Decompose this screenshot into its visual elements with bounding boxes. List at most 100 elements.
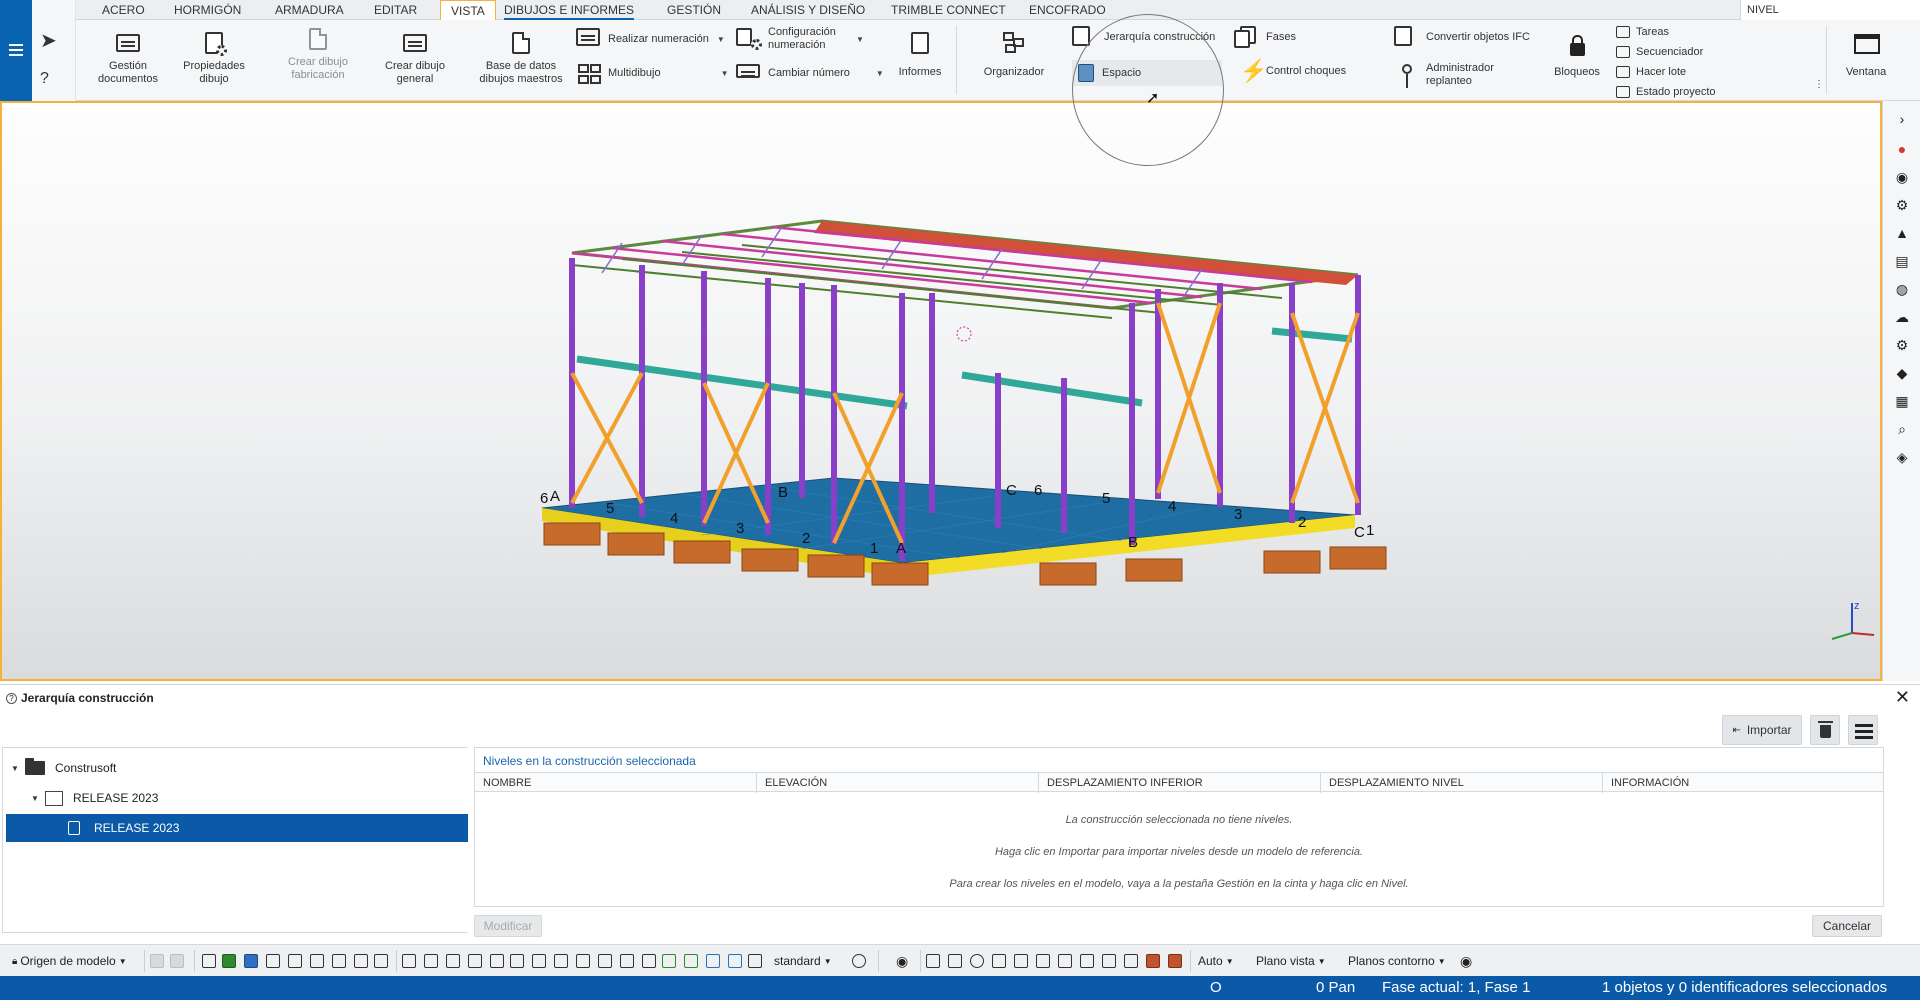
model-origin-dropdown[interactable]: 🔒︎ Origen de modelo ▼: [12, 952, 127, 970]
ventana-button[interactable]: Ventana: [1834, 30, 1898, 79]
gear-icon[interactable]: ⚙: [1894, 337, 1910, 353]
tab-trimble-connect[interactable]: TRIMBLE CONNECT: [891, 0, 1006, 20]
cloud-icon[interactable]: ☁: [1894, 309, 1910, 325]
tab-armadura[interactable]: ARMADURA: [275, 0, 344, 20]
convertir-ifc-button[interactable]: Convertir objetos IFC: [1394, 26, 1530, 48]
view-icon-1[interactable]: [926, 954, 940, 968]
view-icon-12[interactable]: [1168, 954, 1182, 968]
help-icon[interactable]: ?: [6, 692, 17, 704]
column-informacion[interactable]: INFORMACIÓN: [1603, 773, 1883, 793]
snap-icon-16[interactable]: [728, 954, 742, 968]
secuenciador-button[interactable]: Secuenciador: [1616, 46, 1703, 58]
bloqueos-button[interactable]: Bloqueos: [1550, 34, 1604, 79]
options-menu-button[interactable]: [1848, 715, 1878, 745]
settings-search-icon[interactable]: ⚙: [1894, 197, 1910, 213]
snap-icon-1[interactable]: [402, 954, 416, 968]
crear-dibujo-general-button[interactable]: Crear dibujo general: [382, 30, 448, 86]
inquire-icon[interactable]: ⌕: [1894, 421, 1910, 437]
snap-icon-5[interactable]: [490, 954, 504, 968]
components-icon[interactable]: ▦: [1894, 393, 1910, 409]
view-icon-3[interactable]: [970, 954, 984, 968]
planos-contorno-dropdown[interactable]: Planos contorno ▼: [1348, 952, 1446, 970]
select-assemblies-icon[interactable]: [244, 954, 258, 968]
visibility-icon[interactable]: ◉: [1460, 952, 1472, 970]
column-desplazamiento-nivel[interactable]: DESPLAZAMIENTO NIVEL: [1321, 773, 1603, 793]
snap-toggle-icon[interactable]: [150, 954, 164, 968]
select-parts-icon[interactable]: [222, 954, 236, 968]
select-grid-icon[interactable]: [266, 954, 280, 968]
cambiar-numero-button[interactable]: Cambiar número ▼: [736, 62, 884, 84]
tab-gestion[interactable]: GESTIÓN: [667, 0, 721, 20]
realizar-numeracion-button[interactable]: Realizar numeración ▼: [576, 28, 725, 50]
expand-icon[interactable]: ▼: [31, 794, 41, 803]
view-icon-7[interactable]: [1058, 954, 1072, 968]
tab-acero[interactable]: ACERO: [102, 0, 145, 20]
view-icon-8[interactable]: [1080, 954, 1094, 968]
snap-icon-14[interactable]: [684, 954, 698, 968]
tab-dibujos-informes[interactable]: DIBUJOS E INFORMES: [504, 0, 635, 20]
snap-icon-10[interactable]: [598, 954, 612, 968]
crear-dibujo-fabricacion-button[interactable]: Crear dibujo fabricación: [282, 26, 354, 82]
column-nombre[interactable]: NOMBRE: [475, 773, 757, 793]
ribbon-overflow-icon[interactable]: ⋮: [1814, 78, 1824, 91]
configuracion-numeracion-button[interactable]: Configuración numeración ▼: [736, 26, 872, 52]
snap-icon-13[interactable]: [662, 954, 676, 968]
snap-icon-12[interactable]: [642, 954, 656, 968]
organizador-button[interactable]: Organizador: [980, 30, 1048, 79]
hacer-lote-button[interactable]: Hacer lote: [1616, 66, 1686, 78]
snap-icon-2[interactable]: [424, 954, 438, 968]
tab-analisis-diseno[interactable]: ANÁLISIS Y DISEÑO: [751, 0, 865, 20]
snap-icon-9[interactable]: [576, 954, 590, 968]
expand-panel-icon[interactable]: ›: [1894, 111, 1910, 127]
import-button[interactable]: ⇤ Importar: [1722, 715, 1802, 745]
document-icon[interactable]: ▤: [1894, 253, 1910, 269]
delete-button[interactable]: [1810, 715, 1840, 745]
app-menu-strip[interactable]: [0, 0, 32, 101]
select-welds-icon[interactable]: [354, 954, 368, 968]
snap-toggle-2-icon[interactable]: [170, 954, 184, 968]
eye-icon[interactable]: ◉: [896, 952, 908, 970]
menu-icon[interactable]: [9, 44, 23, 56]
command-search-input[interactable]: NIVEL: [1740, 0, 1920, 20]
plano-vista-dropdown[interactable]: Plano vista ▼: [1256, 952, 1326, 970]
view-icon-10[interactable]: [1124, 954, 1138, 968]
trimble-connect-icon[interactable]: ●: [1894, 141, 1910, 157]
standard-dropdown[interactable]: standard ▼: [774, 952, 832, 970]
snap-icon-17[interactable]: [748, 954, 762, 968]
snap-icon-11[interactable]: [620, 954, 634, 968]
view-icon-9[interactable]: [1102, 954, 1116, 968]
cancel-button[interactable]: Cancelar: [1812, 915, 1882, 937]
snap-icon-7[interactable]: [532, 954, 546, 968]
view-icon-2[interactable]: [948, 954, 962, 968]
base-datos-dibujos-button[interactable]: Base de datos dibujos maestros: [478, 30, 564, 86]
model-viewport[interactable]: 6 A 5 4 3 2 1 A B C 6 5 4 3 2 C 1 B z: [0, 101, 1882, 681]
snap-icon-6[interactable]: [510, 954, 524, 968]
select-pointer-icon[interactable]: [202, 954, 216, 968]
tab-editar[interactable]: EDITAR: [374, 0, 417, 20]
select-arrow-icon[interactable]: ➤: [40, 26, 70, 56]
select-cuts-icon[interactable]: [374, 954, 388, 968]
fases-button[interactable]: Fases: [1234, 26, 1296, 48]
cube-icon[interactable]: ◆: [1894, 365, 1910, 381]
snap-icon-3[interactable]: [446, 954, 460, 968]
jerarquia-construccion-button[interactable]: Jerarquía construcción: [1072, 26, 1215, 48]
view-icon-5[interactable]: [1014, 954, 1028, 968]
globe-icon[interactable]: ◍: [1894, 281, 1910, 297]
tag-icon[interactable]: ◈: [1894, 449, 1910, 465]
estado-proyecto-button[interactable]: Estado proyecto: [1616, 86, 1716, 98]
help-pointer-icon[interactable]: ?: [40, 64, 70, 94]
select-lines-icon[interactable]: [310, 954, 324, 968]
propiedades-dibujo-button[interactable]: Propiedades dibujo: [182, 30, 246, 86]
administrador-replanteo-button[interactable]: Administrador replanteo: [1394, 62, 1506, 88]
gestion-documentos-button[interactable]: Gestión documentos: [96, 30, 160, 86]
snap-icon-8[interactable]: [554, 954, 568, 968]
espacio-button[interactable]: Espacio: [1072, 60, 1222, 86]
auto-dropdown[interactable]: Auto ▼: [1198, 952, 1234, 970]
select-components-icon[interactable]: [288, 954, 302, 968]
control-choques-button[interactable]: ⚡ Control choques: [1234, 60, 1346, 82]
tab-encofrado[interactable]: ENCOFRADO: [1029, 0, 1106, 20]
pattern-icon[interactable]: [852, 954, 866, 968]
view-icon-6[interactable]: [1036, 954, 1050, 968]
multidibujo-button[interactable]: Multidibujo ▼: [576, 62, 729, 84]
modify-button[interactable]: Modificar: [474, 915, 542, 937]
